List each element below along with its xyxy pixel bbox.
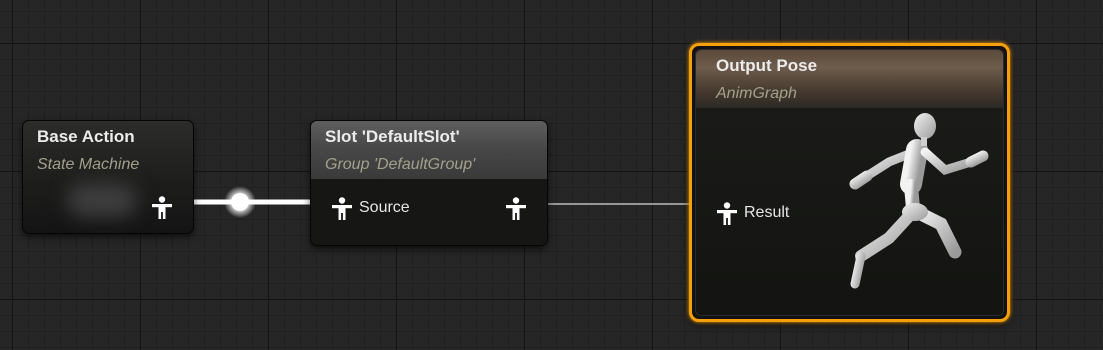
- pose-pin-icon: [717, 202, 737, 225]
- result-pin-label: Result: [744, 204, 790, 221]
- node-title: Slot 'DefaultSlot': [325, 127, 460, 146]
- node-header: Base Action State Machine: [23, 121, 193, 175]
- node-subtitle: AnimGraph: [716, 85, 797, 102]
- node-inner: Output Pose AnimGraph Result: [695, 49, 1004, 316]
- node-subtitle: Group 'DefaultGroup': [325, 156, 476, 173]
- node-preview-blur: [67, 183, 137, 217]
- node-base-action[interactable]: Base Action State Machine: [22, 120, 194, 234]
- source-pin-label: Source: [359, 199, 410, 216]
- running-mannequin-icon: [849, 113, 989, 289]
- node-title: Output Pose: [716, 56, 818, 75]
- wire-base-to-slot[interactable]: [173, 186, 333, 218]
- node-output-pose[interactable]: Output Pose AnimGraph Result: [689, 43, 1010, 322]
- pose-pin-icon: [506, 197, 526, 220]
- output-pose-pin[interactable]: [151, 195, 173, 219]
- node-subtitle: State Machine: [37, 156, 140, 173]
- node-header: Slot 'DefaultSlot' Group 'DefaultGroup': [311, 121, 547, 179]
- node-slot[interactable]: Slot 'DefaultSlot' Group 'DefaultGroup' …: [310, 120, 548, 246]
- node-header: Output Pose AnimGraph: [696, 50, 1003, 108]
- node-title: Base Action: [37, 127, 135, 146]
- pose-pin-icon: [332, 197, 352, 220]
- slot-output-pin[interactable]: [505, 196, 527, 220]
- source-input-pin[interactable]: Source: [331, 196, 410, 220]
- result-input-pin[interactable]: Result: [716, 201, 789, 225]
- pose-pin-icon: [152, 196, 172, 219]
